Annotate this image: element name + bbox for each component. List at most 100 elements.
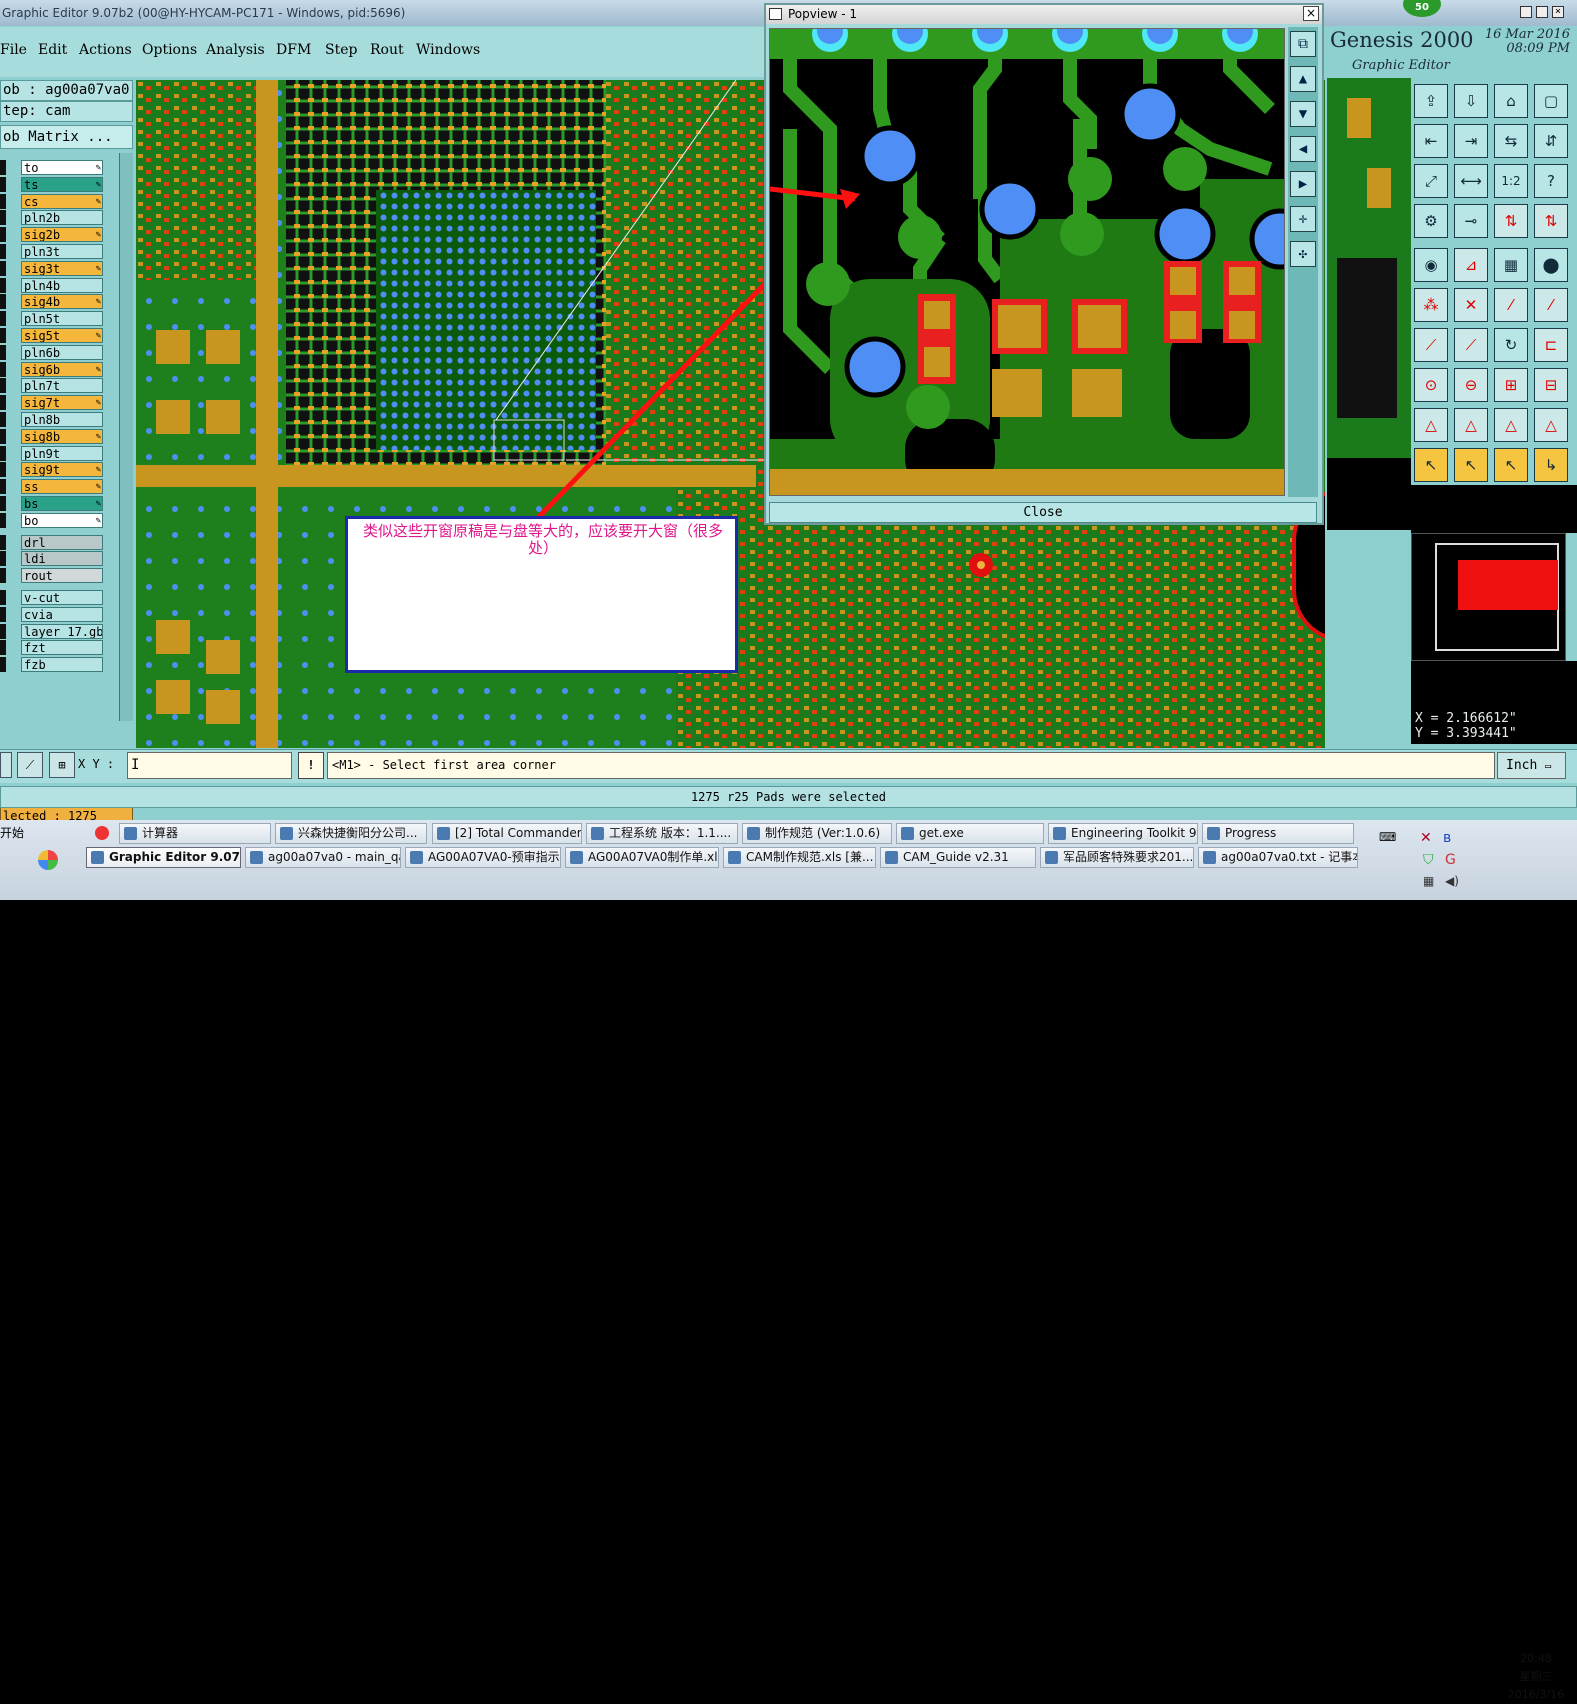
layer-row-sig6b[interactable]: sig6b ✎	[0, 361, 104, 377]
layer-name[interactable]: cvia	[21, 606, 103, 622]
layer-name[interactable]: pln5t	[21, 311, 103, 327]
home-icon[interactable]: ⌂	[1494, 84, 1528, 118]
slash-icon[interactable]: ⟋	[1454, 328, 1488, 362]
network-icon[interactable]: ▦	[1423, 874, 1434, 888]
security-icon[interactable]: G	[1445, 852, 1456, 868]
layer-row-sig2b[interactable]: sig2b ✎	[0, 227, 104, 243]
layer-affected-indicator[interactable]	[0, 534, 6, 550]
layer-affected-indicator[interactable]	[0, 479, 6, 495]
layer-affected-indicator[interactable]	[0, 606, 6, 622]
layer-name[interactable]: sig2b	[21, 227, 103, 243]
layer-name[interactable]: layer_17.gbr	[21, 623, 103, 639]
layer-affected-indicator[interactable]	[0, 428, 6, 444]
layer-affected-indicator[interactable]	[0, 160, 6, 175]
measure-icon[interactable]: ⟋	[17, 752, 43, 778]
triangle-icon[interactable]: ⊿	[1454, 248, 1488, 282]
pan-left-icon[interactable]: ◀	[1290, 136, 1316, 162]
layer-name[interactable]: fzb	[21, 657, 103, 673]
move-down-icon[interactable]: ⇩	[1454, 84, 1488, 118]
layer-row-bo[interactable]: bo ✎	[0, 512, 104, 528]
app-tray-icon[interactable]: ✕	[1420, 830, 1432, 846]
popview-close-button[interactable]: Close	[769, 502, 1317, 523]
layer-row-drl[interactable]: drl	[0, 534, 104, 550]
layer-affected-indicator[interactable]	[0, 227, 6, 243]
taskbar-item[interactable]: get.exe	[896, 823, 1044, 844]
units-selector[interactable]: Inch ▭	[1497, 752, 1566, 779]
layer-name[interactable]: fzt	[21, 640, 103, 656]
menu-rout[interactable]: Rout	[370, 42, 404, 58]
menu-edit[interactable]: Edit	[38, 42, 67, 58]
layer-name[interactable]: bs	[21, 496, 103, 511]
minimize-button[interactable]	[1520, 6, 1532, 18]
stretch-icon[interactable]: ⟷	[1454, 164, 1488, 198]
layer-row-sig4b[interactable]: sig4b ✎	[0, 294, 104, 310]
taskbar-item[interactable]: CAM_Guide v2.31	[880, 847, 1036, 868]
layer-affected-indicator[interactable]	[0, 210, 6, 226]
taskbar-item[interactable]: Graphic Editor 9.07b2...	[86, 847, 241, 868]
layer-name[interactable]: to	[21, 160, 103, 175]
layer-affected-indicator[interactable]	[0, 260, 6, 276]
taskbar-clock[interactable]: 20:48 星期三 2016/3/16	[1500, 1650, 1572, 1704]
taskbar-item[interactable]: Progress	[1202, 823, 1354, 844]
taskbar-item[interactable]: ag00a07va0 - main_qa	[245, 847, 401, 868]
layer-affected-indicator[interactable]	[0, 361, 6, 377]
layer-affected-indicator[interactable]	[0, 176, 6, 192]
pan-up-icon[interactable]: ▲	[1290, 66, 1316, 92]
bracket-icon[interactable]: ⊏	[1534, 328, 1568, 362]
draw-icon[interactable]: ⟋	[1414, 328, 1448, 362]
maximize-button[interactable]	[1536, 6, 1548, 18]
layer-name[interactable]: pln9t	[21, 445, 103, 461]
layer-affected-indicator[interactable]	[0, 193, 6, 209]
menu-windows[interactable]: Windows	[416, 42, 480, 58]
layer-row-v-cut[interactable]: v-cut	[0, 590, 104, 605]
close-window-button[interactable]: ×	[1552, 6, 1564, 18]
layer-name[interactable]: sig5t	[21, 328, 103, 343]
help-icon[interactable]: ?	[1534, 164, 1568, 198]
layer-row-sig3t[interactable]: sig3t ✎	[0, 260, 104, 276]
layer-affected-indicator[interactable]	[0, 311, 6, 327]
layer-name[interactable]: ss	[21, 479, 103, 495]
taskbar-item[interactable]: 工程系统 版本：1.1....	[586, 823, 738, 844]
layer-name[interactable]: drl	[21, 534, 103, 550]
layer-row-rout[interactable]: rout	[0, 568, 104, 584]
layer-name[interactable]: pln2b	[21, 210, 103, 226]
frame-icon[interactable]: ▢	[1534, 84, 1568, 118]
pan-right-icon[interactable]: ▶	[1290, 171, 1316, 197]
box-plus-icon[interactable]: ⊞	[1494, 368, 1528, 402]
zoom-out-icon[interactable]: ✣	[1290, 241, 1316, 267]
left-icon[interactable]: ⇤	[1414, 124, 1448, 158]
layer-row-pln5t[interactable]: pln5t	[0, 311, 104, 327]
menu-actions[interactable]: Actions	[79, 42, 132, 58]
menu-options[interactable]: Options	[142, 42, 197, 58]
ruler-icon[interactable]: ▦	[1494, 248, 1528, 282]
layer-affected-indicator[interactable]	[0, 496, 6, 511]
right-icon[interactable]: ⇥	[1454, 124, 1488, 158]
layer-row-sig8b[interactable]: sig8b ✎	[0, 428, 104, 444]
taskbar-item[interactable]: 兴森快捷衡阳分公司...	[275, 823, 427, 844]
tri-b-icon[interactable]: △	[1454, 408, 1488, 442]
layer-row-pln2b[interactable]: pln2b	[0, 210, 104, 226]
pan-down-icon[interactable]: ▼	[1290, 101, 1316, 127]
layer-row-pln3t[interactable]: pln3t	[0, 244, 104, 259]
layer-name[interactable]: sig3t	[21, 260, 103, 276]
taskbar-item[interactable]: [2] Total Commander 7....	[432, 823, 582, 844]
layer-affected-indicator[interactable]	[0, 623, 6, 639]
tri-a-icon[interactable]: △	[1414, 408, 1448, 442]
taskbar-item[interactable]: AG00A07VA0-预审指示...	[405, 847, 561, 868]
shield-icon[interactable]: ⛉	[1423, 852, 1434, 868]
layer-row-pln7t[interactable]: pln7t	[0, 378, 104, 394]
pointer-c-icon[interactable]: ↖	[1494, 448, 1528, 482]
fit-icon[interactable]: ⤢	[1414, 164, 1448, 198]
zoom-fit-icon[interactable]: ⧉	[1290, 31, 1316, 57]
popview-close-icon[interactable]: ×	[1303, 6, 1319, 21]
rotate-icon[interactable]: ↻	[1494, 328, 1528, 362]
layer-affected-indicator[interactable]	[0, 657, 6, 673]
volume-icon[interactable]: ◀)	[1445, 874, 1459, 888]
layer-affected-indicator[interactable]	[0, 277, 6, 293]
zoom-in-icon[interactable]: ✛	[1290, 206, 1316, 232]
layer-row-to[interactable]: to ✎	[0, 160, 104, 175]
keyboard-icon[interactable]: ⌨	[1379, 830, 1396, 844]
overview-minimap[interactable]	[1411, 533, 1566, 661]
menu-file[interactable]: File	[0, 42, 27, 58]
delete-icon[interactable]: ✕	[1454, 288, 1488, 322]
